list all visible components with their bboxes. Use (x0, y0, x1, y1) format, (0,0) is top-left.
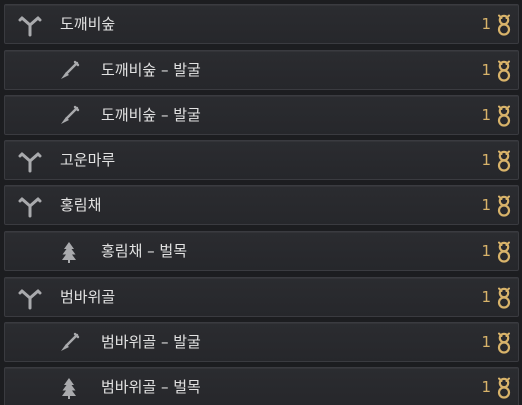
crossroad-icon (18, 197, 42, 218)
crossroad-icon (18, 289, 42, 310)
shovel-icon (61, 105, 80, 124)
crossroad-icon (18, 16, 42, 37)
node-row-beombawigol-logging[interactable]: 범바위골 – 벌목 1 (4, 367, 519, 405)
shovel-icon (61, 60, 80, 79)
node-label: 홍림채 – 벌목 (101, 242, 188, 260)
node-label: 도깨비숲 – 발굴 (101, 106, 201, 124)
region-label: 도깨비숲 (60, 15, 116, 33)
tree-icon (62, 378, 76, 399)
node-label: 범바위골 – 벌목 (101, 378, 201, 396)
contribution-point-icon (497, 287, 511, 309)
region-row-dokkaebi-forest[interactable]: 도깨비숲 1 (4, 4, 519, 44)
node-row-hongnimchae-logging[interactable]: 홍림채 – 벌목 1 (4, 231, 519, 271)
node-row-dokkaebi-forest-excavation[interactable]: 도깨비숲 – 발굴 1 (4, 95, 519, 135)
contribution-count: 1 (481, 15, 491, 33)
contribution-point-icon (497, 14, 511, 36)
region-row-beombawigol[interactable]: 범바위골 1 (4, 277, 519, 317)
contribution-count: 1 (481, 242, 491, 260)
node-label: 도깨비숲 – 발굴 (101, 61, 201, 79)
region-row-hongnimchae[interactable]: 홍림채 1 (4, 185, 519, 225)
contribution-point-icon (497, 377, 511, 399)
contribution-count: 1 (481, 106, 491, 124)
shovel-icon (61, 332, 80, 351)
node-row-dokkaebi-forest-excavation[interactable]: 도깨비숲 – 발굴 1 (4, 50, 519, 90)
crossroad-icon (18, 152, 42, 173)
contribution-count: 1 (481, 378, 491, 396)
contribution-count: 1 (481, 288, 491, 306)
contribution-point-icon (497, 332, 511, 354)
region-row-gounmaru[interactable]: 고운마루 1 (4, 140, 519, 180)
node-row-beombawigol-excavation[interactable]: 범바위골 – 발굴 1 (4, 322, 519, 362)
contribution-point-icon (497, 241, 511, 263)
contribution-count: 1 (481, 61, 491, 79)
contribution-point-icon (497, 150, 511, 172)
contribution-count: 1 (481, 196, 491, 214)
tree-icon (62, 242, 76, 263)
node-list: 도깨비숲 1 도깨비숲 – 발굴 1 도깨비숲 – 발굴 1 고운마루 1 홍림… (0, 0, 522, 405)
contribution-count: 1 (481, 333, 491, 351)
contribution-point-icon (497, 105, 511, 127)
region-label: 홍림채 (60, 196, 102, 214)
node-label: 범바위골 – 발굴 (101, 333, 201, 351)
contribution-point-icon (497, 195, 511, 217)
contribution-point-icon (497, 60, 511, 82)
region-label: 고운마루 (60, 151, 116, 169)
contribution-count: 1 (481, 151, 491, 169)
region-label: 범바위골 (60, 288, 116, 306)
